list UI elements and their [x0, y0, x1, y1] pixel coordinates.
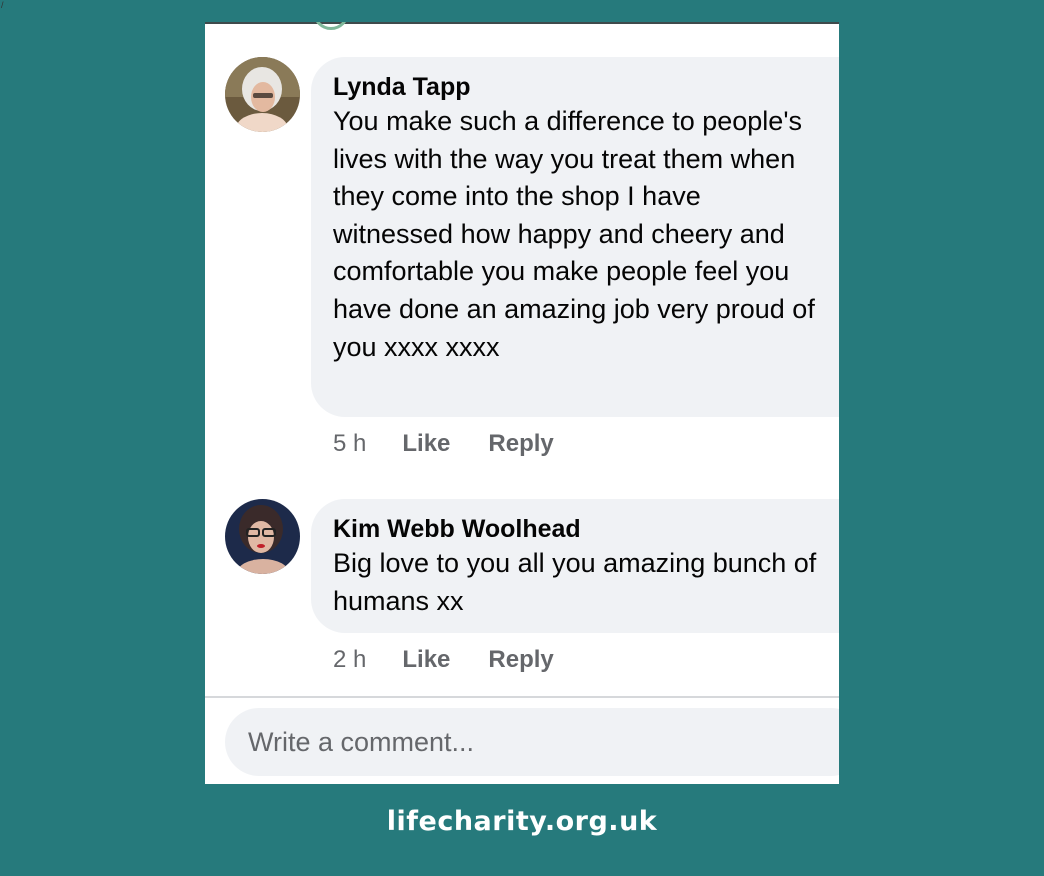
- reply-button[interactable]: Reply: [488, 646, 553, 674]
- avatar[interactable]: [225, 499, 300, 574]
- footer-url: lifecharity.org.uk: [386, 806, 658, 837]
- comment-bubble: Lynda Tapp You make such a difference to…: [311, 57, 839, 417]
- comment-text: You make such a difference to people's l…: [333, 106, 815, 362]
- comment-actions: 5 h Like Reply: [333, 430, 554, 458]
- comments-panel: Lynda Tapp You make such a difference to…: [205, 22, 839, 784]
- divider: [205, 696, 839, 698]
- comment-author[interactable]: Lynda Tapp: [333, 71, 839, 103]
- like-button[interactable]: Like: [402, 646, 450, 674]
- panel-top-border: [205, 22, 839, 24]
- corner-mark: /: [1, 0, 4, 10]
- comment-actions: 2 h Like Reply: [333, 646, 554, 674]
- avatar[interactable]: [225, 57, 300, 132]
- comment-bubble: Kim Webb Woolhead Big love to you all yo…: [311, 499, 839, 633]
- like-button[interactable]: Like: [402, 430, 450, 458]
- reply-button[interactable]: Reply: [488, 430, 553, 458]
- comment-text: Big love to you all you amazing bunch of…: [333, 548, 817, 616]
- avatar-lynda-icon: [225, 57, 300, 132]
- comment-author[interactable]: Kim Webb Woolhead: [333, 513, 839, 545]
- comment-timestamp[interactable]: 2 h: [333, 646, 366, 674]
- comment-input[interactable]: Write a comment...: [225, 708, 839, 776]
- previous-avatar-edge: [313, 22, 349, 30]
- comment-timestamp[interactable]: 5 h: [333, 430, 366, 458]
- avatar-kim-icon: [225, 499, 300, 574]
- comment-input-placeholder: Write a comment...: [248, 727, 475, 757]
